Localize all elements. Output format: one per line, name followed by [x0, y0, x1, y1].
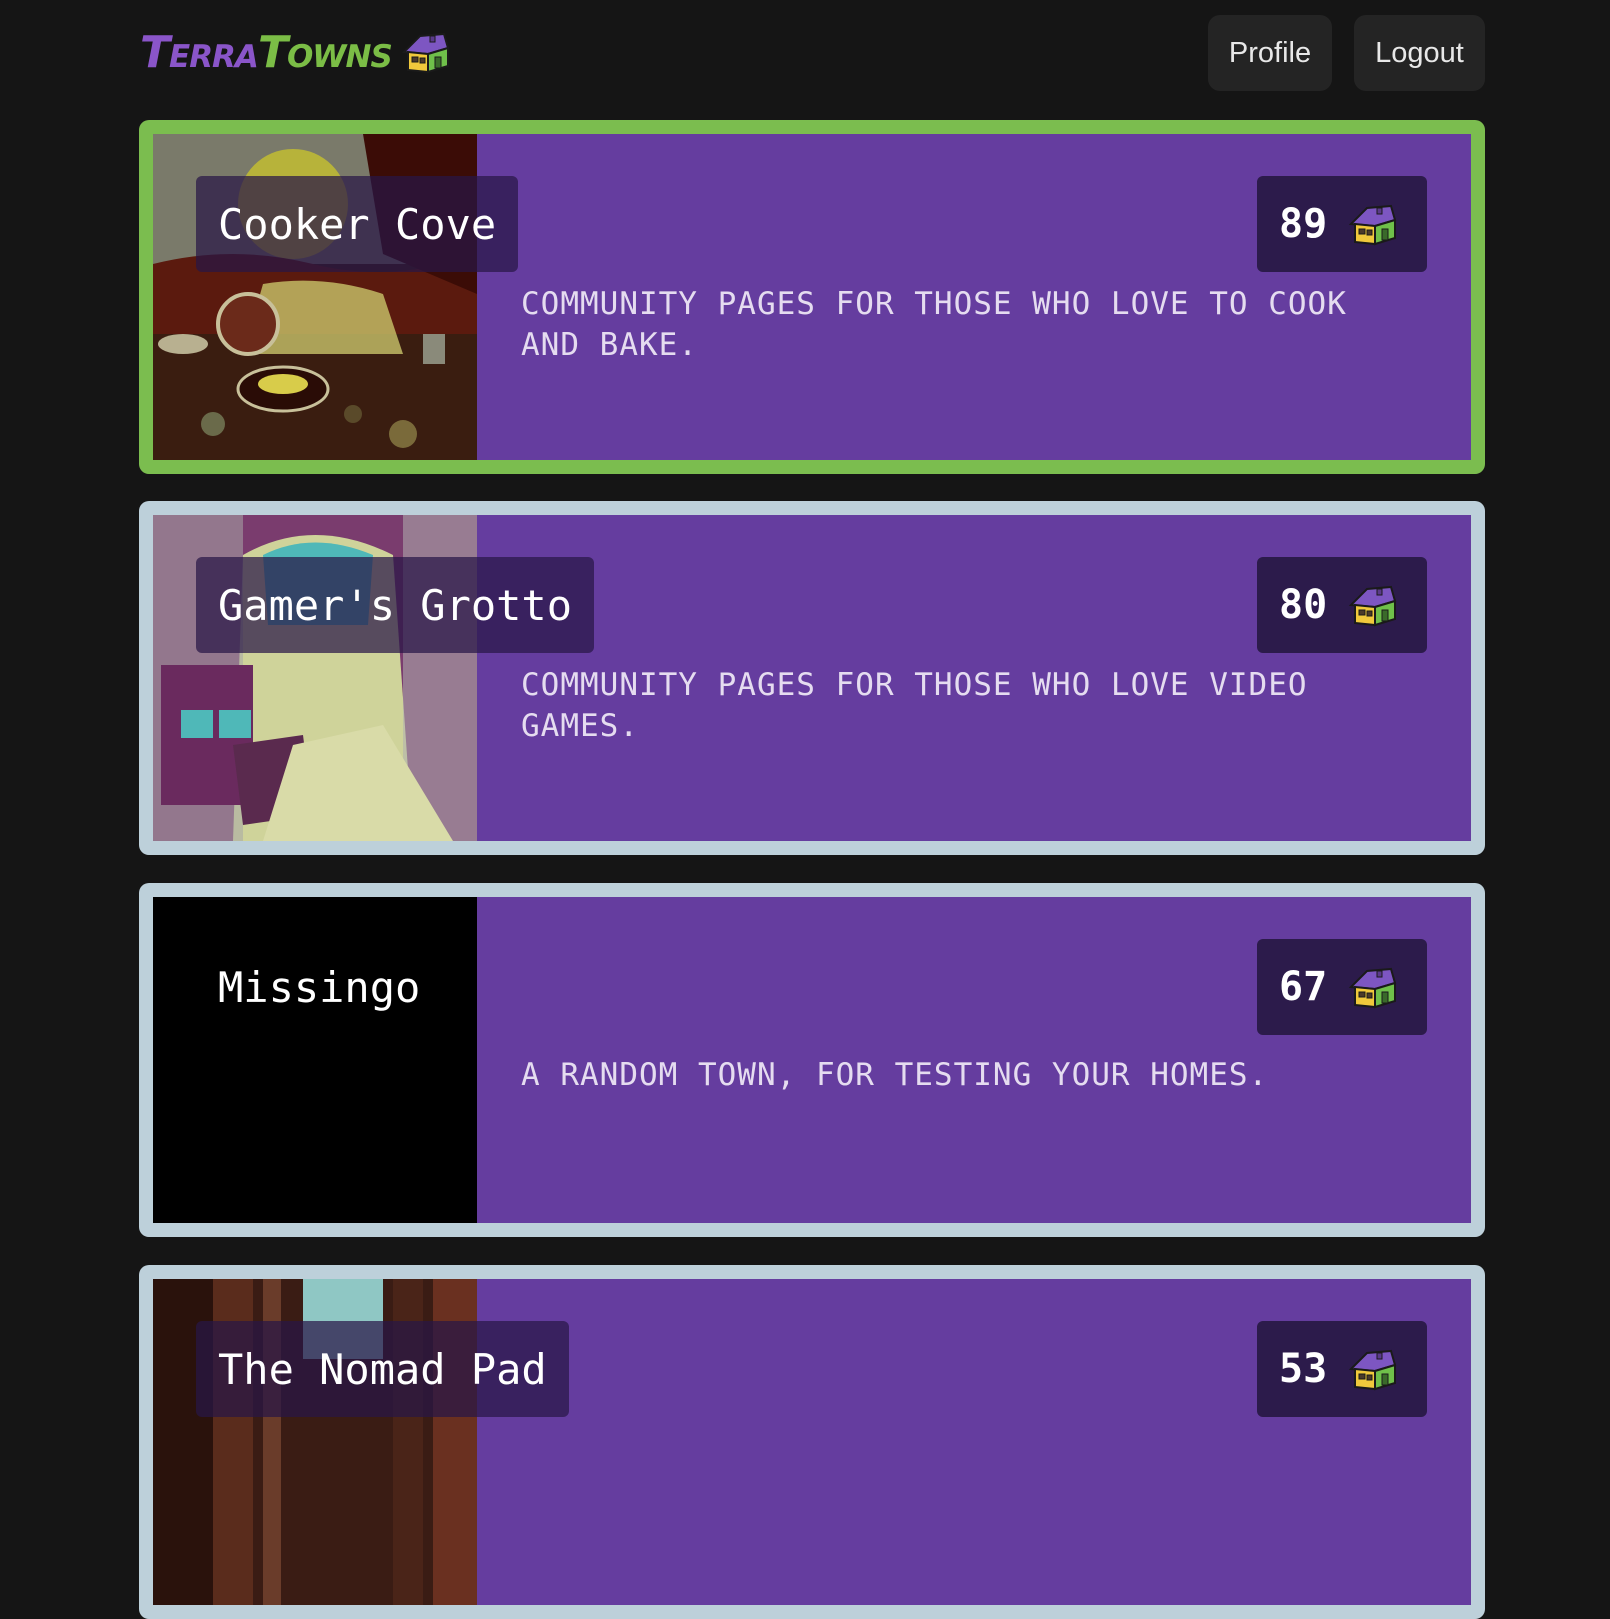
town-description: Community pages for those who love to co…: [521, 286, 1347, 363]
logo[interactable]: TerraTowns: [140, 24, 452, 80]
house-icon: [1347, 965, 1399, 1009]
town-description: Community pages for those who love video…: [521, 667, 1308, 744]
town-name: Cooker Cove: [196, 176, 519, 272]
town-name: The Nomad Pad: [196, 1321, 569, 1417]
town-name: Gamer's Grotto: [196, 557, 595, 653]
home-count: 67: [1279, 964, 1328, 1010]
home-count-badge: 80: [1257, 557, 1427, 653]
logout-button[interactable]: Logout: [1354, 15, 1485, 91]
logo-towns: Towns: [257, 26, 393, 78]
town-card-gamers-grotto[interactable]: Gamer's Grotto 80 Community pages for th…: [139, 501, 1485, 855]
house-icon: [400, 30, 452, 74]
town-card-cooker-cove[interactable]: Cooker Cove 89 Community pages for those…: [139, 120, 1485, 474]
house-icon: [1347, 1347, 1399, 1391]
house-icon: [1347, 202, 1399, 246]
home-count-badge: 53: [1257, 1321, 1427, 1417]
logo-terra: Terra: [140, 26, 259, 78]
home-count-badge: 67: [1257, 939, 1427, 1035]
top-nav: TerraTowns Profile Logout: [0, 0, 1610, 110]
home-count: 80: [1279, 582, 1328, 628]
profile-button[interactable]: Profile: [1208, 15, 1332, 91]
town-card-missingo[interactable]: Missingo 67 A random town, for testing y…: [139, 883, 1485, 1237]
home-count: 53: [1279, 1346, 1328, 1392]
home-count-badge: 89: [1257, 176, 1427, 272]
town-description: A random town, for testing your homes.: [521, 1057, 1269, 1093]
home-count: 89: [1279, 201, 1328, 247]
town-card-the-nomad-pad[interactable]: The Nomad Pad 53: [139, 1265, 1485, 1619]
house-icon: [1347, 583, 1399, 627]
town-name: Missingo: [218, 962, 421, 1012]
